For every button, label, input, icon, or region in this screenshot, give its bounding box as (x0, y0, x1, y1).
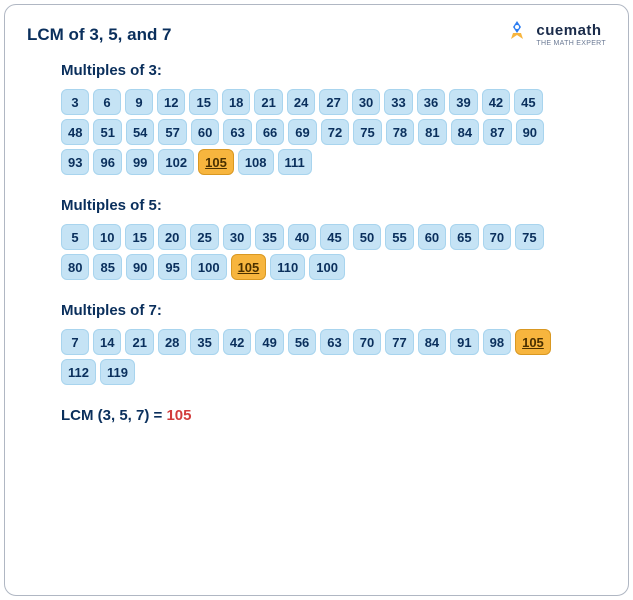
chip-row: 714212835424956637077849198105 112119 (61, 329, 572, 385)
multiple-chip: 99 (126, 149, 154, 175)
multiple-chip: 30 (352, 89, 380, 115)
multiple-chip: 57 (158, 119, 186, 145)
multiple-chip: 80 (61, 254, 89, 280)
multiple-chip-highlight: 105 (515, 329, 551, 355)
rocket-icon (504, 19, 530, 50)
multiple-chip: 15 (125, 224, 153, 250)
multiple-chip: 84 (451, 119, 479, 145)
brand-logo: cuemath THE MATH EXPERT (504, 19, 606, 50)
multiple-chip: 12 (157, 89, 185, 115)
multiple-chip: 30 (223, 224, 251, 250)
multiple-chip: 84 (418, 329, 446, 355)
multiple-chip: 21 (125, 329, 153, 355)
multiple-chip: 9 (125, 89, 153, 115)
brand-tagline: THE MATH EXPERT (536, 40, 606, 47)
multiple-chip: 112 (61, 359, 96, 385)
multiple-chip: 110 (270, 254, 305, 280)
multiple-chip: 75 (515, 224, 543, 250)
multiple-chip-highlight: 105 (198, 149, 234, 175)
multiple-chip: 42 (223, 329, 251, 355)
multiple-chip: 91 (450, 329, 478, 355)
multiple-chip: 35 (255, 224, 283, 250)
multiple-chip: 15 (189, 89, 217, 115)
multiple-chip: 55 (385, 224, 413, 250)
multiple-chip: 108 (238, 149, 274, 175)
result-line: LCM (3, 5, 7) = 105 (61, 407, 572, 424)
multiple-chip: 100 (191, 254, 227, 280)
section-label: Multiples of 7: (61, 302, 572, 319)
multiples-section: Multiples of 7: 7142128354249566370778491… (61, 302, 572, 385)
header: LCM of 3, 5, and 7 cuemath THE MATH EXPE… (5, 5, 628, 50)
multiple-chip: 87 (483, 119, 511, 145)
section-label: Multiples of 5: (61, 197, 572, 214)
multiples-section: Multiples of 5: 5101520253035404550556065… (61, 197, 572, 280)
multiple-chip: 60 (191, 119, 219, 145)
multiples-section: Multiples of 3:3691215182124273033363942… (61, 62, 572, 175)
multiple-chip: 90 (516, 119, 544, 145)
multiple-chip: 50 (353, 224, 381, 250)
section-label: Multiples of 3: (61, 62, 572, 79)
multiple-chip: 25 (190, 224, 218, 250)
multiple-chip: 77 (385, 329, 413, 355)
multiple-chip: 7 (61, 329, 89, 355)
multiple-chip: 75 (353, 119, 381, 145)
multiple-chip: 81 (418, 119, 446, 145)
multiple-chip: 33 (384, 89, 412, 115)
multiple-chip: 36 (417, 89, 445, 115)
multiple-chip: 72 (321, 119, 349, 145)
multiple-chip: 35 (190, 329, 218, 355)
multiple-chip: 6 (93, 89, 121, 115)
multiple-chip: 42 (482, 89, 510, 115)
diagram-frame: LCM of 3, 5, and 7 cuemath THE MATH EXPE… (4, 4, 629, 596)
multiple-chip: 54 (126, 119, 154, 145)
page-title: LCM of 3, 5, and 7 (27, 25, 172, 45)
multiple-chip: 63 (223, 119, 251, 145)
multiple-chip: 111 (278, 149, 312, 175)
multiple-chip: 28 (158, 329, 186, 355)
multiple-chip: 18 (222, 89, 250, 115)
multiple-chip: 56 (288, 329, 316, 355)
chip-row: 5101520253035404550556065707580859095100… (61, 224, 572, 280)
multiple-chip: 14 (93, 329, 121, 355)
multiple-chip: 70 (483, 224, 511, 250)
multiple-chip: 10 (93, 224, 121, 250)
multiple-chip: 60 (418, 224, 446, 250)
brand-name: cuemath (536, 22, 606, 39)
multiple-chip: 51 (93, 119, 121, 145)
multiple-chip: 40 (288, 224, 316, 250)
multiple-chip: 27 (319, 89, 347, 115)
multiple-chip: 98 (483, 329, 511, 355)
multiple-chip: 102 (158, 149, 194, 175)
multiple-chip: 90 (126, 254, 154, 280)
content-area: Multiples of 3:3691215182124273033363942… (5, 50, 628, 424)
multiple-chip: 93 (61, 149, 89, 175)
multiple-chip: 65 (450, 224, 478, 250)
brand-text-wrap: cuemath THE MATH EXPERT (536, 22, 606, 47)
multiple-chip: 70 (353, 329, 381, 355)
multiple-chip: 100 (309, 254, 345, 280)
multiple-chip: 85 (93, 254, 121, 280)
multiple-chip: 49 (255, 329, 283, 355)
multiple-chip: 78 (386, 119, 414, 145)
multiple-chip: 21 (254, 89, 282, 115)
multiple-chip: 119 (100, 359, 135, 385)
chip-row: 3691215182124273033363942454851545760636… (61, 89, 572, 175)
multiple-chip: 20 (158, 224, 186, 250)
multiple-chip: 39 (449, 89, 477, 115)
multiple-chip: 95 (158, 254, 186, 280)
multiple-chip: 24 (287, 89, 315, 115)
multiple-chip: 45 (514, 89, 542, 115)
multiple-chip: 69 (288, 119, 316, 145)
result-value: 105 (166, 407, 191, 424)
multiple-chip: 5 (61, 224, 89, 250)
multiple-chip: 3 (61, 89, 89, 115)
result-label: LCM (3, 5, 7) = (61, 407, 166, 424)
multiple-chip: 96 (93, 149, 121, 175)
multiple-chip: 48 (61, 119, 89, 145)
multiple-chip: 66 (256, 119, 284, 145)
multiple-chip: 63 (320, 329, 348, 355)
multiple-chip: 45 (320, 224, 348, 250)
multiple-chip-highlight: 105 (231, 254, 267, 280)
